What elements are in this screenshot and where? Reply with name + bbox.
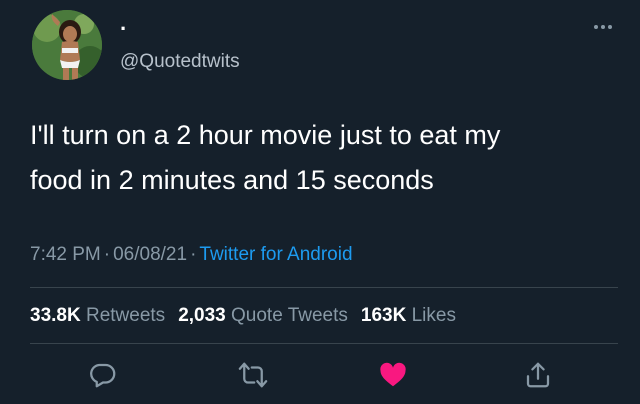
user-handle[interactable]: @Quotedtwits (120, 51, 240, 73)
quote-tweets-count: 2,033 (178, 305, 226, 326)
likes-stat[interactable]: 163K Likes (361, 305, 456, 326)
avatar[interactable] (32, 10, 102, 80)
retweets-stat[interactable]: 33.8K Retweets (30, 305, 165, 326)
quote-tweets-stat[interactable]: 2,033 Quote Tweets (178, 305, 348, 326)
tweet-source-link[interactable]: Twitter for Android (199, 244, 352, 265)
avatar-image (32, 10, 102, 80)
divider (30, 343, 618, 344)
meta-separator: · (103, 244, 111, 265)
tweet-text: I'll turn on a 2 hour movie just to eat … (30, 120, 501, 195)
reply-icon[interactable] (88, 360, 118, 390)
retweets-count: 33.8K (30, 305, 81, 326)
likes-label: Likes (411, 305, 456, 326)
tweet-meta: 7:42 PM · 06/08/21 · Twitter for Android (30, 243, 353, 267)
retweets-label: Retweets (85, 305, 166, 326)
heart-icon[interactable] (378, 360, 408, 390)
tweet-card: · @Quotedtwits I'll turn on a 2 hour mov… (0, 0, 640, 404)
tweet-stats: 33.8K Retweets 2,033 Quote Tweets 163K Lik… (30, 305, 456, 327)
tweet-date[interactable]: 06/08/21 (113, 244, 187, 265)
meta-separator: · (190, 244, 197, 265)
divider (30, 287, 618, 288)
retweet-icon[interactable] (238, 360, 268, 390)
share-icon[interactable] (523, 360, 553, 390)
quote-tweets-label: Quote Tweets (231, 305, 348, 326)
display-name[interactable]: · (120, 18, 127, 40)
likes-count: 163K (360, 305, 407, 326)
tweet-time[interactable]: 7:42 PM (30, 244, 101, 265)
more-horizontal-icon[interactable] (588, 20, 618, 34)
